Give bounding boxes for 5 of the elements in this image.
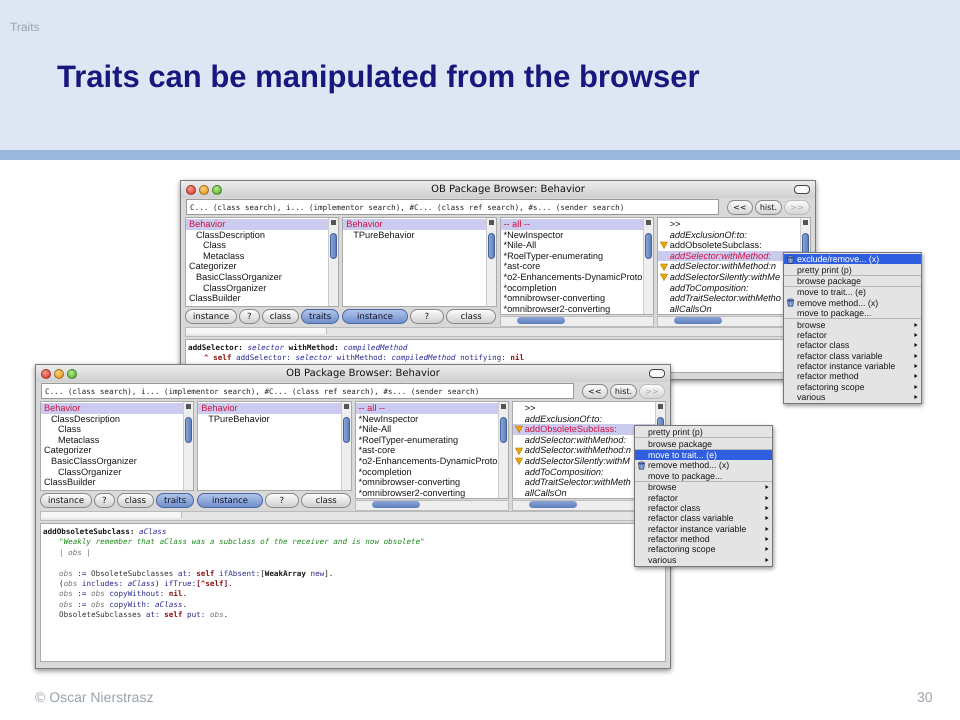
page-number: 30 xyxy=(917,689,933,705)
window-title: OB Package Browser: Behavior xyxy=(430,184,586,195)
slide-title: Traits can be manipulated from the browser xyxy=(57,59,700,95)
copyright-footer: © Oscar Nierstrasz xyxy=(35,689,154,705)
section-label: Traits xyxy=(10,20,40,34)
